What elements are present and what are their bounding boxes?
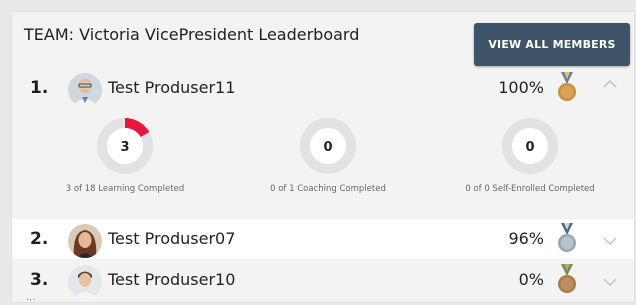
chevron-down-icon[interactable] <box>600 225 620 246</box>
rank-number: 1. <box>30 78 49 98</box>
coaching-label: 0 of 1 Coaching Completed <box>270 184 386 194</box>
learning-stat: 3 3 of 18 Learning Completed <box>55 115 195 195</box>
member-percent: 96% <box>508 229 544 248</box>
more-indicator: ... <box>26 292 36 302</box>
learning-count: 3 <box>120 140 129 155</box>
self-enrolled-label: 0 of 0 Self-Enrolled Completed <box>465 184 595 194</box>
gold-medal-icon <box>556 70 578 106</box>
learning-progress-ring: 3 <box>97 118 153 174</box>
avatar <box>68 224 102 258</box>
chevron-down-icon[interactable] <box>600 266 620 287</box>
member-name[interactable]: Test Produser07 <box>108 229 235 248</box>
avatar <box>68 265 102 299</box>
leaderboard-card: TEAM: Victoria VicePresident Leaderboard… <box>12 12 634 302</box>
learning-label: 3 of 18 Learning Completed <box>65 184 185 194</box>
avatar <box>68 73 102 107</box>
coaching-progress-ring: 0 <box>300 118 356 174</box>
rank-number: 2. <box>30 229 49 249</box>
chevron-up-icon[interactable] <box>600 74 620 94</box>
self-enrolled-stat: 0 0 of 0 Self-Enrolled Completed <box>460 115 600 195</box>
member-row-1[interactable]: 1. Test Produser11 100% <box>12 68 634 108</box>
rank-number: 3. <box>30 270 49 290</box>
member-percent: 0% <box>518 270 544 289</box>
coaching-count: 0 <box>323 140 332 155</box>
bronze-medal-icon <box>556 262 578 298</box>
member-row-2[interactable]: 2. Test Produser07 96% <box>12 219 634 259</box>
self-enrolled-progress-ring: 0 <box>502 118 558 174</box>
coaching-stat: 0 0 of 1 Coaching Completed <box>258 115 398 195</box>
member-name[interactable]: Test Produser10 <box>108 270 235 289</box>
member-name[interactable]: Test Produser11 <box>108 78 235 97</box>
member-row-3[interactable]: 3. Test Produser10 0% <box>12 260 634 300</box>
silver-medal-icon <box>556 221 578 257</box>
self-enrolled-count: 0 <box>525 140 534 155</box>
member-percent: 100% <box>498 78 544 97</box>
view-all-members-button[interactable]: VIEW ALL MEMBERS <box>474 23 630 66</box>
leaderboard-title: TEAM: Victoria VicePresident Leaderboard <box>24 25 360 44</box>
